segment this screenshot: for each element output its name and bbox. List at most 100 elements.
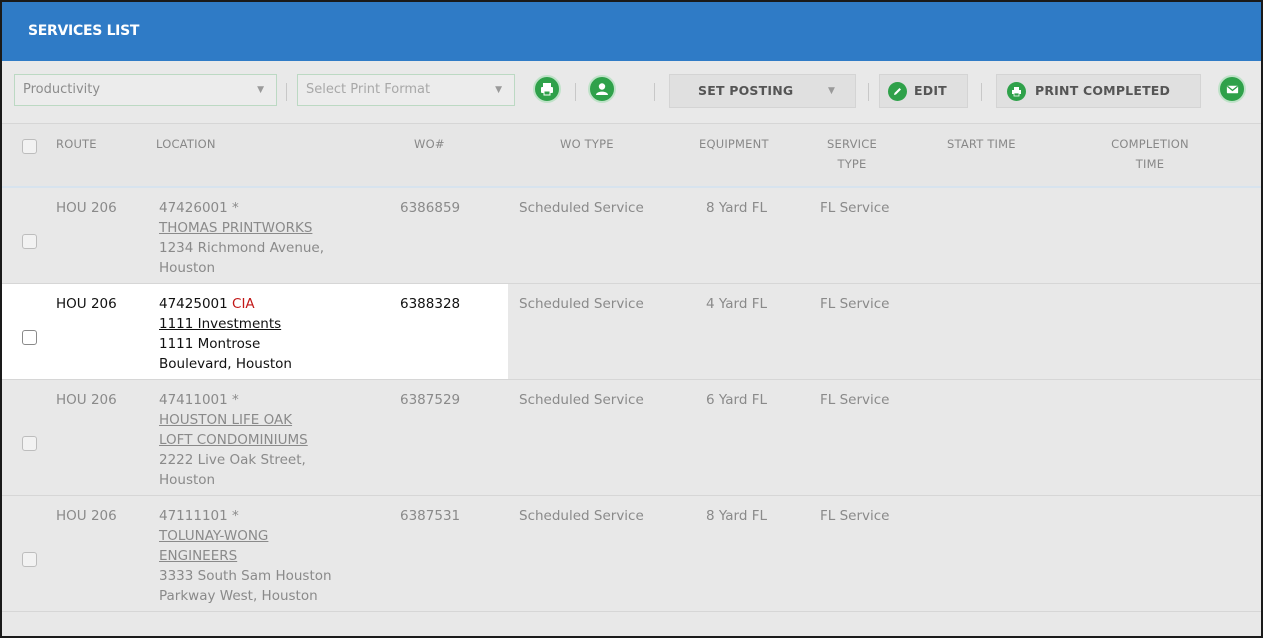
location-name-link[interactable]: 1111 Investments (159, 314, 389, 334)
account-line: 47411001 * (159, 390, 389, 410)
service-type-cell: FL Service (820, 296, 890, 312)
edit-label: EDIT (914, 83, 947, 98)
table-row[interactable]: HOU 206 47111101 * TOLUNAY-WONG ENGINEERS… (2, 496, 1261, 612)
print-format-placeholder: Select Print Format (306, 82, 431, 97)
wo-number-cell[interactable]: 6387529 (400, 390, 460, 410)
table-header: ROUTE LOCATION WO# WO TYPE EQUIPMENT SER… (2, 123, 1261, 188)
chevron-down-icon: ▼ (257, 85, 264, 95)
view-select[interactable]: Productivity ▼ (14, 74, 277, 106)
location-cell: 47426001 * THOMAS PRINTWORKS 1234 Richmo… (159, 198, 389, 278)
location-cell: 47425001 CIA 1111 Investments 1111 Montr… (159, 294, 389, 374)
location-name-link[interactable]: TOLUNAY-WONG (159, 526, 389, 546)
location-address-line: Houston (159, 472, 216, 488)
column-header-service-type-line1: SERVICE (827, 137, 877, 151)
row-checkbox[interactable] (22, 436, 37, 451)
set-posting-label: SET POSTING (698, 83, 794, 98)
wo-type-cell: Scheduled Service (519, 508, 644, 524)
column-header-service-type[interactable]: SERVICE TYPE (822, 134, 882, 174)
column-header-wo[interactable]: WO# (414, 134, 445, 154)
table-row[interactable]: HOU 206 47426001 * THOMAS PRINTWORKS 123… (2, 188, 1261, 284)
print-format-select[interactable]: Select Print Format ▼ (297, 74, 515, 106)
view-select-value: Productivity (23, 82, 101, 97)
email-button[interactable] (1218, 75, 1246, 103)
account-line: 47111101 * (159, 506, 389, 526)
edit-icon (888, 82, 907, 101)
divider (868, 83, 869, 101)
equipment-cell: 6 Yard FL (706, 392, 768, 408)
services-list-window: SERVICES LIST Productivity ▼ Select Prin… (0, 0, 1263, 638)
location-name-link[interactable]: LOFT CONDOMINIUMS (159, 430, 389, 450)
divider (654, 83, 655, 101)
edit-button[interactable]: EDIT (879, 74, 968, 108)
row-checkbox[interactable] (22, 330, 37, 345)
equipment-cell: 8 Yard FL (706, 200, 768, 216)
column-header-start-time[interactable]: START TIME (947, 134, 1016, 154)
account-line: 47425001 CIA (159, 294, 389, 314)
equipment-cell: 8 Yard FL (706, 508, 768, 524)
user-icon (596, 83, 608, 95)
column-header-service-type-line2: TYPE (837, 157, 867, 171)
column-header-route[interactable]: ROUTE (56, 134, 97, 154)
wo-number-cell[interactable]: 6388328 (400, 294, 460, 314)
set-posting-dropdown[interactable]: SET POSTING ▼ (669, 74, 856, 108)
email-icon (1226, 85, 1238, 93)
location-address-line: 3333 South Sam Houston (159, 568, 332, 584)
divider (981, 83, 982, 101)
table-row[interactable]: HOU 206 47425001 CIA 1111 Investments 11… (2, 284, 1261, 380)
divider (575, 83, 576, 101)
wo-number-cell[interactable]: 6387531 (400, 506, 460, 526)
account-number: 47425001 (159, 296, 228, 312)
column-header-completion-time-line1: COMPLETION (1111, 137, 1189, 151)
select-all-checkbox[interactable] (22, 139, 37, 154)
wo-type-cell: Scheduled Service (519, 296, 644, 312)
location-address-line: 2222 Live Oak Street, (159, 452, 306, 468)
account-tag: * (232, 200, 239, 216)
location-address-line: Boulevard, Houston (159, 356, 292, 372)
location-address-line: Parkway West, Houston (159, 588, 318, 604)
column-header-completion-time[interactable]: COMPLETION TIME (1100, 134, 1200, 174)
toolbar: Productivity ▼ Select Print Format ▼ SET… (2, 61, 1261, 123)
account-number: 47411001 (159, 392, 228, 408)
wo-type-cell: Scheduled Service (519, 200, 644, 216)
row-checkbox[interactable] (22, 552, 37, 567)
location-cell: 47411001 * HOUSTON LIFE OAK LOFT CONDOMIN… (159, 390, 389, 490)
column-header-location[interactable]: LOCATION (156, 134, 216, 154)
account-tag: * (232, 392, 239, 408)
print-icon (541, 83, 553, 96)
route-cell: HOU 206 (56, 296, 117, 312)
chevron-down-icon: ▼ (828, 86, 836, 96)
location-address-line: 1234 Richmond Avenue, (159, 240, 325, 256)
route-cell: HOU 206 (56, 508, 117, 524)
print-completed-button[interactable]: PRINT COMPLETED (996, 74, 1201, 108)
column-header-equipment[interactable]: EQUIPMENT (699, 134, 769, 154)
table-row[interactable]: HOU 206 47411001 * HOUSTON LIFE OAK LOFT … (2, 380, 1261, 496)
print-completed-label: PRINT COMPLETED (1035, 83, 1171, 98)
location-address-line: Houston (159, 260, 216, 276)
route-cell: HOU 206 (56, 392, 117, 408)
wo-type-cell: Scheduled Service (519, 392, 644, 408)
account-number: 47111101 (159, 508, 228, 524)
account-tag: * (232, 508, 239, 524)
location-name-link[interactable]: ENGINEERS (159, 546, 389, 566)
account-line: 47426001 * (159, 198, 389, 218)
account-tag: CIA (232, 296, 255, 312)
chevron-down-icon: ▼ (495, 85, 502, 95)
print-icon (1007, 82, 1026, 101)
print-button[interactable] (533, 75, 561, 103)
user-button[interactable] (588, 75, 616, 103)
service-type-cell: FL Service (820, 392, 890, 408)
equipment-cell: 4 Yard FL (706, 296, 768, 312)
column-header-wo-type[interactable]: WO TYPE (560, 134, 614, 154)
account-number: 47426001 (159, 200, 228, 216)
location-address-line: 1111 Montrose (159, 336, 261, 352)
location-name-link[interactable]: HOUSTON LIFE OAK (159, 410, 389, 430)
service-type-cell: FL Service (820, 200, 890, 216)
location-name-link[interactable]: THOMAS PRINTWORKS (159, 218, 389, 238)
service-type-cell: FL Service (820, 508, 890, 524)
location-cell: 47111101 * TOLUNAY-WONG ENGINEERS 3333 So… (159, 506, 389, 606)
row-checkbox[interactable] (22, 234, 37, 249)
divider (286, 83, 287, 101)
column-header-completion-time-line2: TIME (1135, 157, 1165, 171)
page-title: SERVICES LIST (2, 2, 1261, 61)
wo-number-cell[interactable]: 6386859 (400, 198, 460, 218)
